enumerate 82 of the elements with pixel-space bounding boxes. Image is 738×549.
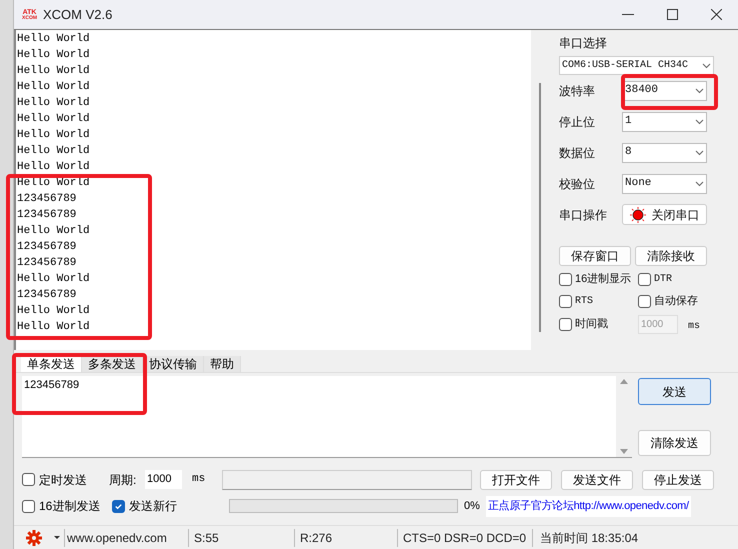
received-line: Hello World	[17, 96, 91, 111]
website-text: www.openedv.com	[64, 528, 188, 546]
setting-dropdown[interactable]: 8	[622, 142, 707, 162]
chevron-down-icon	[702, 62, 711, 68]
option-label: 16进制发送	[39, 498, 102, 515]
setting-label: 停止位	[559, 114, 596, 130]
checkbox[interactable]	[559, 318, 572, 330]
port-label: 串口选择	[559, 35, 608, 52]
close-port-button[interactable]: 关闭串口	[622, 204, 707, 225]
close-icon[interactable]	[711, 9, 722, 20]
forum-link[interactable]: 正点原子官方论坛http://www.openedv.com/	[486, 496, 691, 516]
received-line: 123456789	[17, 208, 78, 223]
checkbox[interactable]	[559, 273, 572, 286]
checkbox[interactable]	[638, 295, 651, 308]
option-label: 定时发送	[39, 472, 88, 488]
caret-icon[interactable]	[54, 536, 60, 540]
received-line: 123456789	[17, 256, 78, 271]
file-button[interactable]: 发送文件	[561, 470, 633, 490]
time-text: 当前时间 18:35:04	[532, 528, 638, 546]
received-line: 123456789	[17, 288, 78, 303]
received-line: Hello World	[17, 320, 91, 335]
checkbox[interactable]	[22, 500, 35, 512]
tab[interactable]: 单条发送	[21, 356, 82, 372]
maximize-icon[interactable]	[667, 9, 678, 20]
received-line: Hello World	[17, 128, 91, 143]
received-line: Hello World	[17, 80, 91, 95]
received-line: 123456789	[17, 192, 78, 207]
setting-dropdown[interactable]: None	[622, 174, 707, 194]
received-line: Hello World	[17, 160, 91, 175]
clear-send-button[interactable]: 清除发送	[638, 430, 711, 456]
option-label: 发送新行	[129, 498, 178, 515]
chevron-down-icon	[695, 180, 704, 186]
gear-icon[interactable]	[26, 530, 42, 546]
checkmark-icon	[114, 502, 123, 510]
option-label: DTR	[654, 273, 672, 287]
setting-label: 数据位	[559, 144, 596, 162]
period-label: 周期:	[109, 472, 138, 488]
file-button[interactable]: 打开文件	[480, 470, 552, 490]
send-button[interactable]: 发送	[638, 378, 711, 405]
option-label: RTS	[575, 295, 594, 309]
chevron-down-icon	[695, 150, 704, 156]
checkbox[interactable]	[112, 500, 125, 512]
minimize-icon[interactable]	[622, 14, 634, 16]
received-line: Hello World	[17, 144, 91, 159]
received-line: Hello World	[17, 64, 91, 79]
received-line: Hello World	[17, 32, 91, 47]
received-line: 123456789	[17, 240, 78, 255]
received-line: Hello World	[17, 224, 91, 239]
unit-label: ms	[688, 320, 700, 334]
line-status: CTS=0 DSR=0 DCD=0	[397, 528, 532, 546]
period-field[interactable]: 1000	[145, 470, 182, 489]
tab[interactable]: 多条发送	[82, 356, 143, 372]
checkbox[interactable]	[638, 273, 651, 286]
option-label: 16进制显示	[575, 272, 632, 288]
option-label: 自动保存	[654, 294, 698, 310]
chevron-down-icon	[695, 88, 704, 94]
tab[interactable]: 帮助	[204, 356, 241, 372]
panel-button[interactable]: 清除接收	[635, 246, 707, 266]
file-button[interactable]: 停止发送	[642, 470, 714, 490]
unit-label: ms	[192, 472, 206, 488]
operation-label: 串口操作	[559, 206, 608, 224]
setting-dropdown[interactable]: 38400	[622, 80, 707, 100]
checkbox[interactable]	[22, 473, 35, 486]
received-line: Hello World	[17, 304, 91, 319]
file-path-field[interactable]	[222, 470, 472, 490]
sent-count: S:55	[188, 528, 294, 546]
received-count: R:276	[294, 528, 397, 546]
progress-reading: 0%	[464, 498, 481, 514]
panel-button[interactable]: 保存窗口	[559, 246, 631, 266]
setting-label: 校验位	[559, 176, 596, 192]
checkbox[interactable]	[559, 295, 572, 308]
chevron-down-icon	[695, 118, 704, 124]
received-line: Hello World	[17, 48, 91, 63]
port-dropdown[interactable]: COM6:USB-SERIAL CH34C	[559, 56, 714, 75]
setting-label: 波特率	[559, 82, 596, 100]
receive-area[interactable]	[14, 30, 548, 350]
option-label: 时间戳	[575, 316, 608, 332]
setting-dropdown[interactable]: 1	[622, 112, 707, 132]
received-line: Hello World	[17, 112, 91, 127]
scrollbar-thumb[interactable]	[538, 83, 540, 332]
window-title: XCOM V2.6	[43, 6, 112, 24]
received-line: Hello World	[17, 272, 91, 287]
